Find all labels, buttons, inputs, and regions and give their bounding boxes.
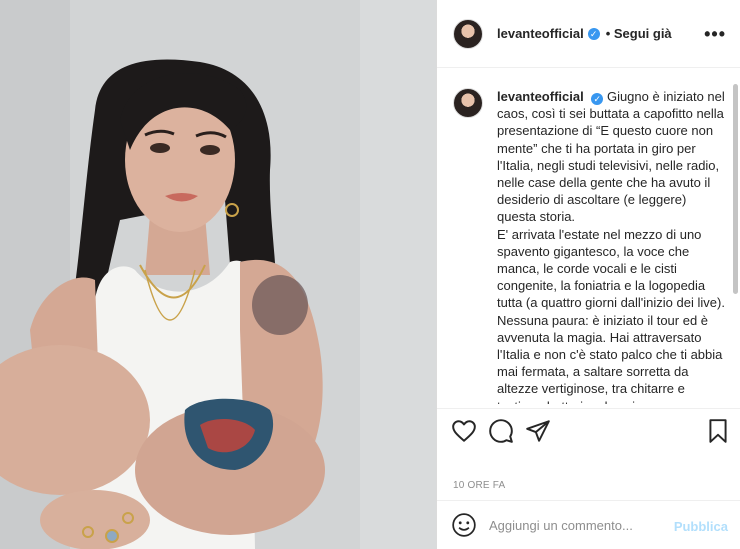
caption: levanteofficial ✓ Giugno è iniziato nel … [497, 88, 727, 404]
caption-verified-icon: ✓ [591, 93, 604, 105]
instagram-post: levanteofficial ✓ • Segui già ••• levant… [0, 0, 740, 549]
avatar[interactable] [453, 18, 483, 49]
more-icon[interactable]: ••• [704, 24, 726, 45]
woman-portrait-image [0, 0, 436, 549]
post-photo[interactable] [0, 0, 437, 549]
caption-avatar[interactable] [453, 88, 483, 118]
emoji-icon[interactable] [451, 512, 477, 538]
verified-icon: ✓ [587, 27, 600, 40]
comment-input[interactable] [489, 517, 669, 533]
share-icon[interactable] [525, 418, 551, 444]
divider [437, 408, 740, 409]
caption-area: levanteofficial ✓ Giugno è iniziato nel … [453, 88, 731, 404]
heart-icon[interactable] [451, 418, 477, 444]
action-bar [451, 418, 731, 444]
post-timestamp[interactable]: 10 ORE FA [453, 480, 505, 491]
username-link[interactable]: levanteofficial [497, 26, 584, 41]
caption-username[interactable]: levanteofficial [497, 89, 584, 104]
caption-scrollbar[interactable] [733, 84, 738, 294]
post-header: levanteofficial ✓ • Segui già ••• [437, 0, 740, 68]
caption-text: Giugno è iniziato nel caos, così ti sei … [497, 89, 725, 404]
comment-icon[interactable] [488, 418, 514, 444]
post-side-panel: levanteofficial ✓ • Segui già ••• levant… [437, 0, 740, 549]
bookmark-icon[interactable] [705, 418, 731, 444]
publish-button[interactable]: Pubblica [674, 519, 728, 534]
follow-status[interactable]: • Segui già [606, 26, 672, 41]
comment-box: Pubblica [437, 501, 740, 549]
